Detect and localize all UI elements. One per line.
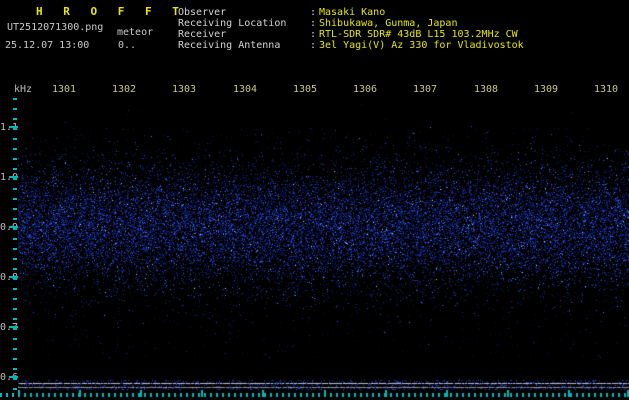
meta-value: Shibukawa, Gunma, Japan [319,18,458,29]
time-tick-label: 1309 [534,84,559,95]
meta-label: Receiving Location [178,18,287,29]
meta-row-location: Receiving Location : Shibukawa, Gunma, J… [178,18,524,29]
output-filename: UT2512071300.png [7,22,104,33]
meta-row-antenna: Receiving Antenna : 3el Yagi(V) Az 330 f… [178,40,524,51]
status-counter: 0.. [118,40,137,51]
meta-value: 3el Yagi(V) Az 330 for Vladivostok [319,40,524,51]
time-tick-label: 1302 [112,84,137,95]
freq-major-tick [9,176,18,178]
meta-row-observer: Observer : Masaki Kano [178,7,524,18]
time-tick-label: 1307 [413,84,438,95]
freq-major-tick [9,226,18,228]
datetime-label: 25.12.07 13:00 [5,40,90,51]
time-tick-label: 1310 [594,84,619,95]
meta-value: RTL-SDR SDR# 43dB L15 103.2MHz CW [319,29,518,40]
meta-value: Masaki Kano [319,7,386,18]
meta-label: Observer [178,7,227,18]
meta-label: Receiver [178,29,227,40]
time-tick-label: 1304 [233,84,258,95]
meta-separator: : [310,29,317,40]
time-tick-label: 1303 [172,84,197,95]
time-tick-label: 1301 [52,84,77,95]
time-axis-ticks-left [0,393,18,397]
spectrogram-canvas [18,98,629,398]
freq-major-tick [9,276,18,278]
app-title: H R O F F T [36,5,186,18]
freq-major-tick [9,326,18,328]
meta-separator: : [310,7,317,18]
freq-unit-label: kHz [14,84,33,95]
freq-major-tick [9,376,18,378]
time-tick-label: 1305 [293,84,318,95]
meta-separator: : [310,18,317,29]
hrofft-output-screen: H R O F F T UT2512071300.png meteor 25.1… [0,0,629,400]
time-tick-label: 1306 [353,84,378,95]
meta-separator: : [310,40,317,51]
time-tick-label: 1308 [474,84,499,95]
meta-label: Receiving Antenna [178,40,281,51]
station-metadata: Observer : Masaki Kano Receiving Locatio… [178,7,524,51]
freq-major-tick [9,126,18,128]
meta-row-receiver: Receiver : RTL-SDR SDR# 43dB L15 103.2MH… [178,29,524,40]
freq-axis-ticks [13,98,17,398]
observation-mode-label: meteor [117,27,154,38]
